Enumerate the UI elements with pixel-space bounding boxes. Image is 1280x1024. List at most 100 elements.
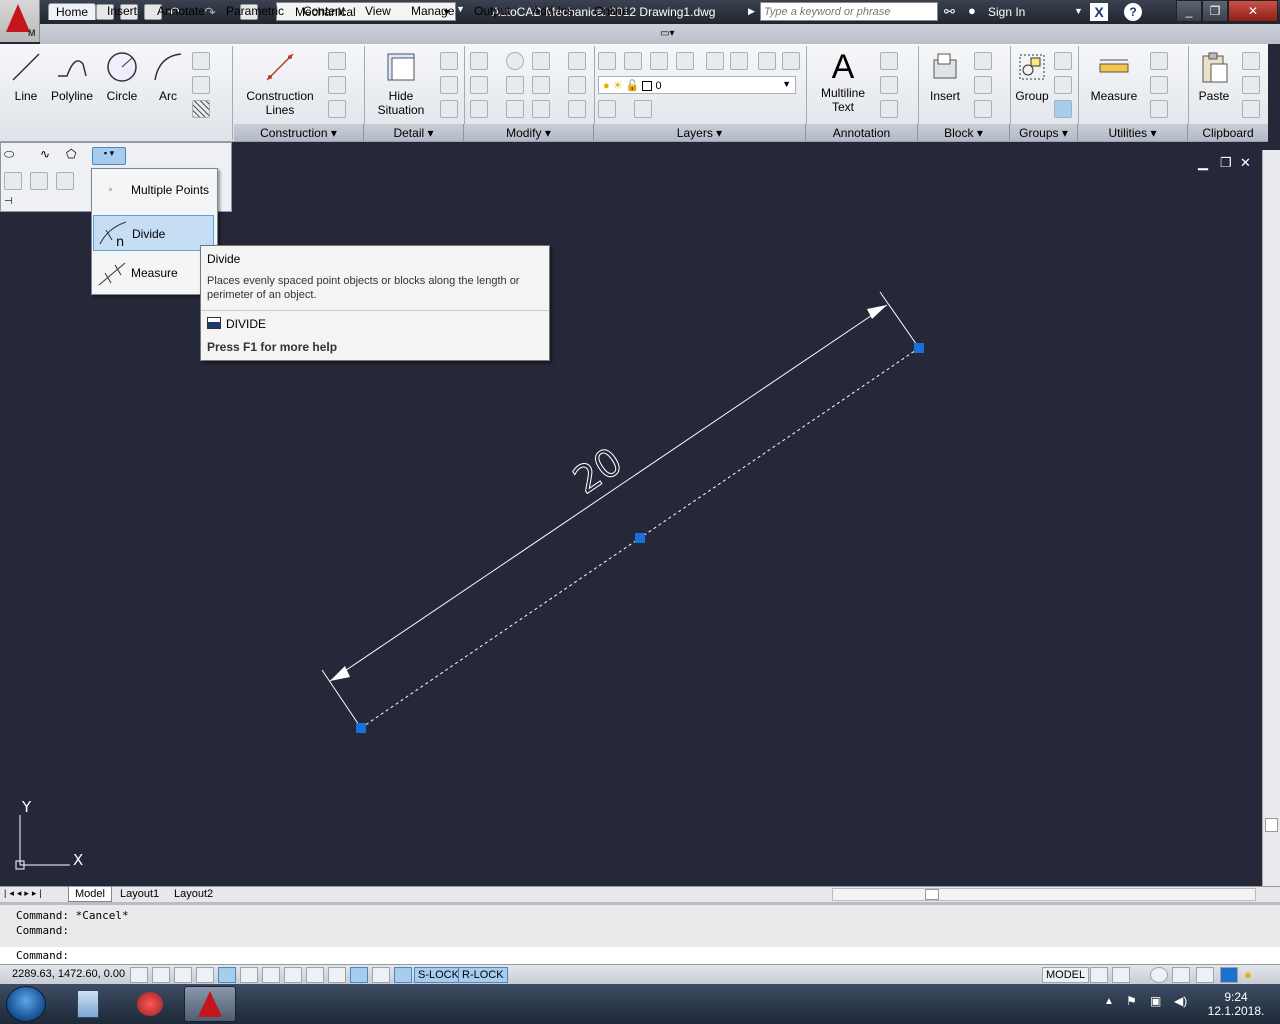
copy-clip-icon[interactable] [1242, 76, 1260, 94]
viewport-close-button[interactable]: ✕ [1240, 155, 1251, 171]
arc-button[interactable]: Arc [148, 50, 188, 103]
block-panel-title[interactable]: Block ▾ [918, 124, 1010, 141]
viewport-minimize-button[interactable]: ▁ [1198, 155, 1208, 171]
divide-item[interactable]: n Divide [93, 215, 214, 251]
expand-arrow-icon[interactable]: ▶ [748, 6, 755, 17]
construction-circle-icon[interactable] [328, 52, 346, 70]
layer-dropdown[interactable]: ● ☀ 🔓 0 ▼ [598, 76, 796, 94]
scroll-thumb[interactable] [1265, 818, 1278, 832]
tab-output[interactable]: Output [467, 3, 517, 20]
measure-utility-button[interactable]: Measure [1086, 50, 1142, 103]
tab-model[interactable]: Model [68, 887, 112, 902]
detail-tool-icon[interactable] [440, 76, 458, 94]
array-icon[interactable] [532, 52, 550, 70]
tab-content[interactable]: Content [296, 3, 352, 20]
viewport-restore-button[interactable]: ❐ [1220, 155, 1232, 171]
construction-lines-button[interactable]: Construction Lines [240, 50, 320, 117]
layer-tool-icon[interactable] [730, 52, 748, 70]
horizontal-scrollbar[interactable] [832, 888, 1256, 901]
tab-insert[interactable]: Insert [100, 3, 144, 20]
layer-tool-icon[interactable] [634, 100, 652, 118]
layer-tool-icon[interactable] [624, 52, 642, 70]
layer-tool-icon[interactable] [598, 100, 616, 118]
layers-panel-title[interactable]: Layers ▾ [594, 124, 806, 141]
isolate-objects-icon[interactable] [1220, 967, 1238, 983]
vertical-scrollbar[interactable] [1262, 150, 1280, 886]
detail-panel-title[interactable]: Detail ▾ [364, 124, 464, 141]
tab-layout1[interactable]: Layout1 [114, 887, 165, 902]
tab-manage[interactable]: Manage [404, 3, 461, 20]
copy-icon[interactable] [470, 76, 488, 94]
hardware-accel-icon[interactable] [1196, 967, 1214, 983]
system-clock[interactable]: 9:24 12.1.2018. [1196, 990, 1276, 1018]
utilities-panel-title[interactable]: Utilities ▾ [1078, 124, 1188, 141]
command-input[interactable]: Command: [16, 949, 69, 962]
modify-tool-icon[interactable] [568, 52, 586, 70]
tab-home[interactable]: Home [48, 3, 97, 20]
detail-tool-icon[interactable] [440, 52, 458, 70]
leader-icon[interactable] [880, 76, 898, 94]
s-lock-toggle[interactable]: S-LOCK [414, 967, 463, 983]
snipping-tool-icon[interactable] [124, 986, 176, 1022]
help-icon[interactable]: ? [1124, 3, 1142, 21]
line-button[interactable]: Line [6, 50, 46, 103]
region-icon[interactable] [4, 172, 22, 190]
circle-button[interactable]: Circle [100, 50, 144, 103]
measure-item[interactable]: Measure [93, 255, 214, 291]
cut-icon[interactable] [1242, 52, 1260, 70]
binoculars-icon[interactable]: ⚯ [944, 4, 955, 20]
mirror-icon[interactable] [506, 76, 524, 94]
multiline-text-button[interactable]: A Multiline Text [814, 50, 872, 114]
toolbar-lock-icon[interactable] [1172, 967, 1190, 983]
hatch-icon[interactable] [192, 100, 210, 118]
groups-panel-title[interactable]: Groups ▾ [1010, 124, 1078, 141]
rotate-icon[interactable] [506, 52, 524, 70]
tab-online[interactable]: Online [587, 3, 636, 20]
osnap-icon[interactable] [240, 967, 258, 983]
modify-panel-title[interactable]: Modify ▾ [464, 124, 594, 141]
clipboard-panel-title[interactable]: Clipboard [1188, 124, 1268, 141]
tab-layout2[interactable]: Layout2 [168, 887, 219, 902]
delete-construction-icon[interactable] [328, 100, 346, 118]
construction-rect-icon[interactable] [328, 76, 346, 94]
calculator-icon[interactable] [1150, 100, 1168, 118]
offset-icon[interactable] [568, 100, 586, 118]
application-menu-button[interactable]: M [0, 0, 40, 42]
layer-tool-icon[interactable] [650, 52, 668, 70]
volume-icon[interactable]: ◀) [1174, 994, 1187, 1008]
sign-in-button[interactable]: Sign In [988, 5, 1025, 19]
grid-icon[interactable] [174, 967, 192, 983]
otrack-icon[interactable] [262, 967, 280, 983]
calculator-app-icon[interactable] [62, 986, 114, 1022]
detail-tool-icon[interactable] [440, 100, 458, 118]
xline-icon[interactable] [192, 52, 210, 70]
coordinates-readout[interactable]: 2289.63, 1472.60, 0.00 [12, 968, 125, 980]
lineweight-icon[interactable] [328, 967, 346, 983]
create-block-icon[interactable] [974, 52, 992, 70]
quick-properties-icon[interactable] [372, 967, 390, 983]
magnet-icon[interactable] [1150, 76, 1168, 94]
selection-cycling-icon[interactable] [394, 967, 412, 983]
close-button[interactable]: ✕ [1228, 0, 1278, 22]
dyn-icon[interactable] [306, 967, 324, 983]
lightbulb-status-icon[interactable]: ● [1244, 967, 1252, 982]
layer-tool-icon[interactable] [676, 52, 694, 70]
point-dropdown-button[interactable]: ▪ ▾ [92, 147, 126, 165]
ribbon-minimize-icon[interactable]: ▭▾ [660, 28, 684, 40]
network-icon[interactable]: ▣ [1150, 994, 1161, 1008]
insert-block-button[interactable]: Insert [924, 50, 966, 103]
polygon-icon[interactable]: ⬠ [66, 147, 84, 165]
tab-annotate[interactable]: Annotate [150, 3, 212, 20]
show-hidden-icons[interactable]: ▲ [1104, 996, 1114, 1007]
flag-icon[interactable]: ⚑ [1126, 994, 1137, 1008]
annotation-panel-title[interactable]: Annotation [806, 124, 918, 141]
exchange-icon[interactable]: X [1090, 3, 1108, 21]
paste-button[interactable]: Paste [1194, 50, 1234, 103]
wipeout-icon[interactable] [30, 172, 48, 190]
stretch-icon[interactable] [470, 100, 488, 118]
layout-nav-arrows[interactable]: |◂◂▸▸| [4, 888, 45, 899]
match-properties-icon[interactable] [1242, 100, 1260, 118]
hide-situation-button[interactable]: Hide Situation [370, 50, 432, 117]
transparency-icon[interactable] [350, 967, 368, 983]
tab-view[interactable]: View [358, 3, 398, 20]
